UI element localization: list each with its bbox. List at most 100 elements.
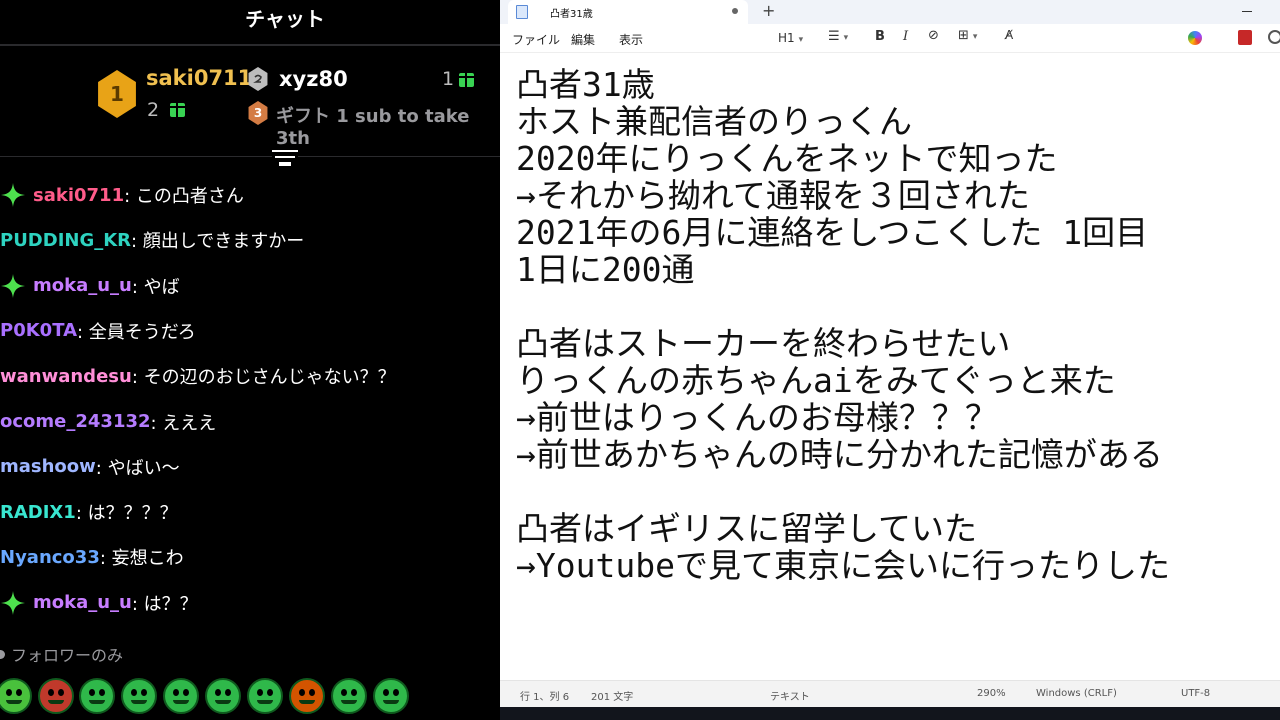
chat-username[interactable]: mashoow [0, 456, 96, 477]
editor-line: りっくんの赤ちゃんaiをみてぐっと来た [516, 361, 1116, 400]
leader-1-name[interactable]: saki0711 [146, 66, 252, 90]
menu-edit[interactable]: 編集 [571, 31, 595, 48]
emote-eye [141, 689, 147, 696]
chat-title: チャット [245, 7, 325, 31]
italic-button[interactable]: I [903, 29, 908, 44]
chat-message: moka_u_u: は？？ [0, 586, 198, 620]
copilot-icon[interactable] [1188, 31, 1202, 45]
chat-message: Nyanco33: 妄想こわ [0, 540, 184, 574]
chat-message-text: : は？？ [131, 593, 198, 615]
emote-icon[interactable] [163, 678, 199, 714]
chat-username[interactable]: wanwandesu [0, 366, 132, 387]
status-bar: 行 1、列 6 201 文字 テキスト 290% Windows (CRLF) … [500, 680, 1280, 708]
emote-eye [131, 689, 137, 696]
sparkle-badge-icon [1, 590, 25, 615]
list-dropdown[interactable]: ☰ ▾ [828, 29, 848, 44]
followers-only-label: フォロワーのみ [11, 646, 124, 665]
emote-eye [89, 689, 95, 696]
emote-eye [183, 689, 189, 696]
chat-message: moka_u_u: やば [0, 269, 180, 303]
tab-bar: 凸者31歳 + [500, 0, 1280, 24]
profile-icon[interactable] [1238, 30, 1252, 45]
editor-line: 1日に200通 [516, 250, 695, 289]
emote-icon[interactable] [38, 678, 74, 714]
character-count: 201 文字 [591, 692, 634, 703]
list-icon: ☰ [828, 29, 840, 44]
leader-1-count: 2 [147, 99, 160, 121]
chevron-down-icon: ▾ [972, 32, 978, 42]
settings-icon[interactable] [1268, 30, 1280, 44]
chat-username[interactable]: PUDDING_KR [0, 230, 131, 251]
chat-username[interactable]: moka_u_u [33, 592, 132, 613]
tab-title: 凸者31歳 [550, 8, 593, 20]
chevron-down-icon: ▾ [798, 35, 804, 45]
clear-formatting-icon[interactable]: A̸ [1005, 28, 1013, 42]
emote-icon[interactable] [79, 678, 115, 714]
tab-document[interactable]: 凸者31歳 [508, 0, 748, 24]
heading-dropdown[interactable]: H1 ▾ [778, 31, 803, 45]
menu-bar: ファイル 編集 表示 H1 ▾ ☰ ▾ B I ⊘ ⊞ ▾ A̸ [500, 24, 1280, 53]
editor-line: 凸者はイギリスに留学していた [516, 509, 978, 548]
leader-3-gift-prompt[interactable]: ギフト 1 sub to take 3th [276, 102, 500, 149]
emote-icon[interactable] [121, 678, 157, 714]
chat-username[interactable]: saki0711 [33, 185, 124, 206]
chat-message-text: : やば [131, 276, 180, 298]
emote-icon[interactable] [373, 678, 409, 714]
gift-leaderboard: 1 saki0711 2 xyz80 1 3 ギフト 1 sub to take… [0, 48, 500, 149]
editor-line: ホスト兼配信者のりっくん [516, 102, 912, 141]
line-ending[interactable]: Windows (CRLF) [1036, 688, 1117, 699]
emote-mouth [299, 700, 315, 704]
editor-line: 凸者はストーカーを終わらせたい [516, 324, 1011, 363]
link-icon[interactable]: ⊘ [928, 28, 939, 43]
menu-file[interactable]: ファイル [512, 31, 560, 48]
text-format[interactable]: テキスト [770, 688, 810, 703]
chat-username[interactable]: RADIX1 [0, 502, 76, 523]
zoom-level[interactable]: 290% [977, 688, 1006, 699]
notepad-icon [516, 5, 528, 19]
chat-username[interactable]: Nyanco33 [0, 547, 100, 568]
bold-button[interactable]: B [875, 29, 885, 44]
chat-username[interactable]: ocome_243132 [0, 411, 151, 432]
emote-icon[interactable] [205, 678, 241, 714]
unsaved-dot-icon[interactable] [732, 8, 738, 14]
emote-eye [257, 689, 263, 696]
rank-3-medal-icon: 3 [248, 101, 268, 125]
new-tab-button[interactable]: + [762, 1, 775, 20]
emote-mouth [6, 700, 22, 704]
editor-line: →Youtubeで見て東京に会いに行ったりした [516, 546, 1170, 585]
editor-line: 2021年の6月に連絡をしつこくした 1回目 [516, 213, 1149, 252]
sparkle-badge-icon [1, 273, 25, 298]
emote-mouth [257, 700, 273, 704]
minimize-icon[interactable] [1242, 11, 1252, 12]
emote-icon[interactable] [331, 678, 367, 714]
emote-eye [173, 689, 179, 696]
emote-eye [341, 689, 347, 696]
chat-message: P0K0TA: 全員そうだろ [0, 314, 196, 348]
chat-username[interactable]: moka_u_u [33, 275, 132, 296]
leader-2-name[interactable]: xyz80 [279, 67, 348, 91]
emote-eye [16, 689, 22, 696]
emote-eye [225, 689, 231, 696]
editor-line: 凸者31歳 [516, 65, 655, 104]
menu-view[interactable]: 表示 [619, 31, 643, 48]
collapse-icon[interactable] [272, 148, 298, 170]
sparkle-badge-icon [1, 183, 25, 207]
table-dropdown[interactable]: ⊞ ▾ [958, 28, 977, 43]
editor-content[interactable]: 凸者31歳 ホスト兼配信者のりっくん 2020年にりっくんをネットで知った →それから… [516, 66, 1280, 584]
emote-mouth [48, 700, 64, 704]
emote-eye [48, 689, 54, 696]
gift-icon [458, 73, 475, 87]
chat-message-text: : は？？？？ [75, 503, 178, 525]
emote-icon[interactable] [0, 678, 32, 714]
emote-icon[interactable] [289, 678, 325, 714]
emote-eye [267, 689, 273, 696]
emote-eye [99, 689, 105, 696]
editor-line: →前世はりっくんのお母様？？？ [516, 398, 998, 437]
cursor-position[interactable]: 行 1、列 6 [520, 688, 569, 703]
chat-panel: チャット 1 saki0711 2 xyz80 1 3 ギフト 1 sub to… [0, 0, 500, 720]
encoding[interactable]: UTF-8 [1181, 688, 1210, 699]
emote-icon[interactable] [247, 678, 283, 714]
emote-eye [6, 689, 12, 696]
chat-username[interactable]: P0K0TA [0, 320, 77, 341]
